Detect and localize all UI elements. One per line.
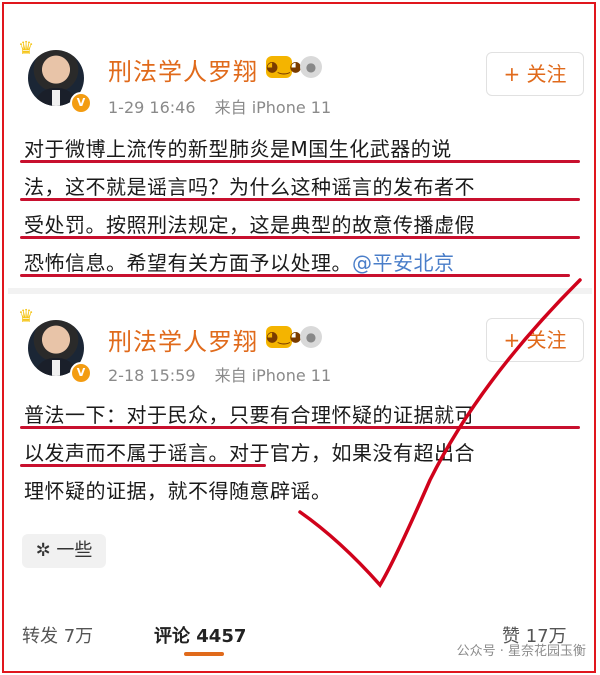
post-source: 来自 iPhone 11 [214,366,332,385]
follow-button[interactable]: + 关注 [486,318,584,362]
owl-badge-icon: ◕‿◕ [266,56,302,78]
author-name[interactable]: 刑法学人罗翔 [108,322,258,357]
crown-icon: ♛ [18,38,35,59]
post-source: 来自 iPhone 11 [214,98,332,117]
post-date: 2-18 15:59 [108,366,196,385]
comment-tab[interactable]: 评论 4457 [154,622,246,648]
post-line: 理怀疑的证据，就不得随意辟谣。 [24,479,332,503]
post-meta: 1-29 16:46 来自 iPhone 11 [108,94,331,118]
watermark: 公众号 · 星奈花园玉衡 [456,644,586,659]
author-name[interactable]: 刑法学人罗翔 [108,52,258,87]
more-button[interactable]: ✲ 一些 [22,534,106,568]
medal-icon: ● [300,326,322,348]
crown-icon: ♛ [18,306,35,327]
annotation-underline [20,274,570,277]
post-text: 对于微博上流传的新型肺炎是M国生化武器的说 法，这不就是谣言吗？为什么这种谣言的… [24,130,580,282]
post-text: 普法一下：对于民众，只要有合理怀疑的证据就可 以发声而不属于谣言。对于官方，如果… [24,396,580,510]
annotation-underline [20,426,580,429]
annotation-underline [20,160,580,163]
repost-button[interactable]: 转发 7万 [22,622,93,648]
mention-link[interactable]: @平安北京 [352,251,455,275]
annotation-underline [20,464,266,467]
active-tab-indicator [184,652,224,656]
follow-button[interactable]: + 关注 [486,52,584,96]
post-meta: 2-18 15:59 来自 iPhone 11 [108,362,331,386]
owl-badge-icon: ◕‿◕ [266,326,302,348]
medal-icon: ● [300,56,322,78]
annotation-underline [20,198,580,201]
post-date: 1-29 16:46 [108,98,196,117]
weibo-post-1: ♛ V 刑法学人罗翔 ◕‿◕ ● 1-29 16:46 来自 iPhone 11… [8,8,592,288]
annotation-underline [20,236,580,239]
verified-badge-icon: V [70,92,92,114]
verified-badge-icon: V [70,362,92,384]
